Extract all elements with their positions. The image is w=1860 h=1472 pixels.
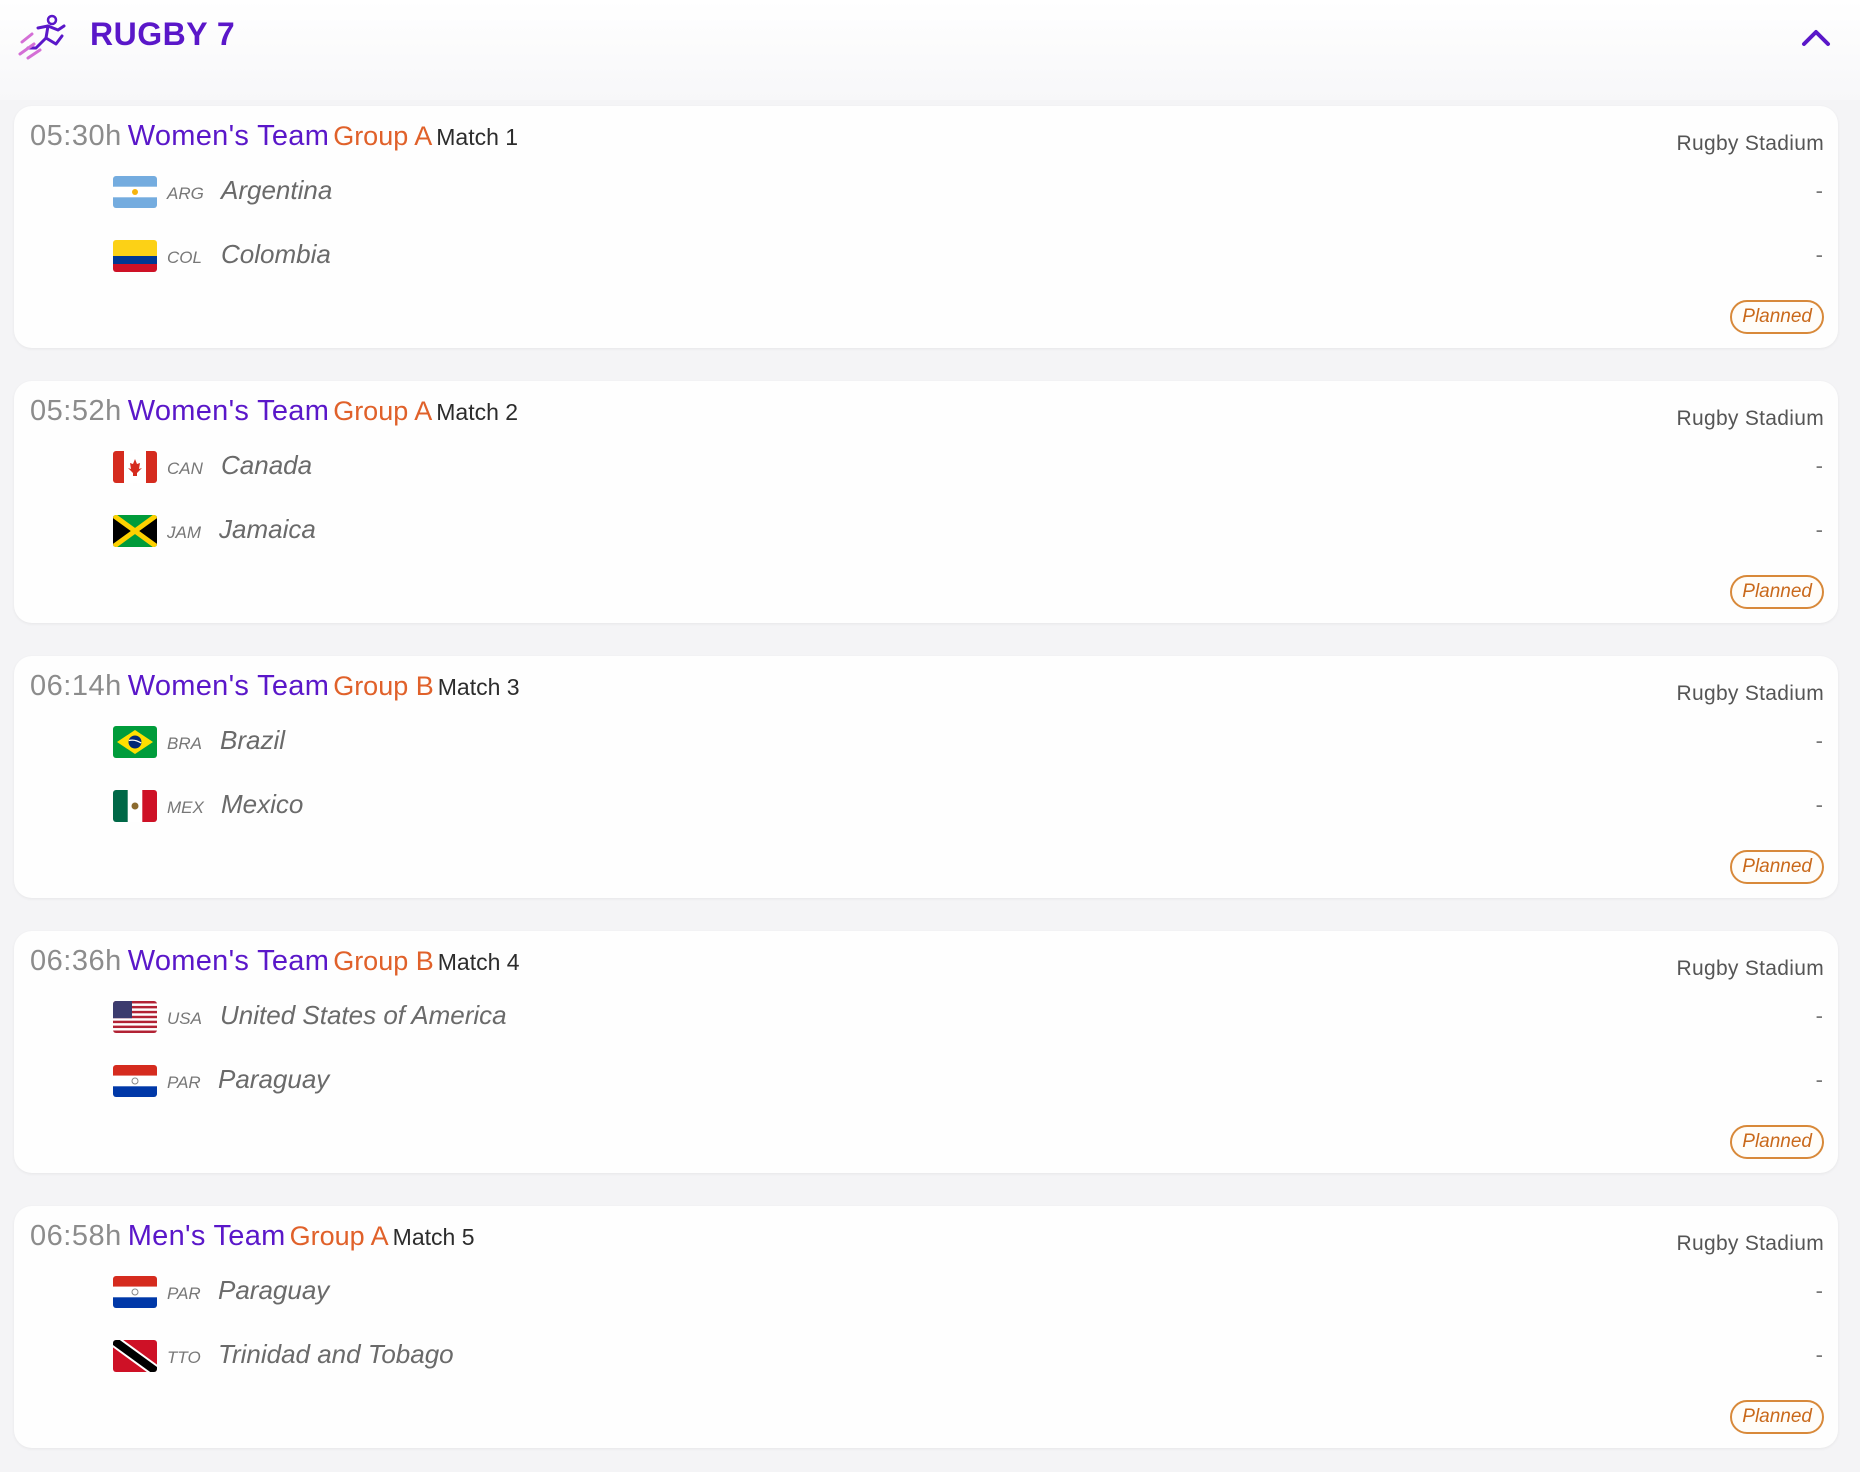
team-code: TTO [167,1348,201,1367]
team-name: United States of America [220,1000,507,1030]
team-category: Women's Team [127,670,330,702]
match-card[interactable]: 05:30h Women's Team Group A Match 1 Rugby S… [14,106,1838,348]
team-score: - [1815,453,1823,478]
team-score: - [1815,178,1823,203]
team-name: Argentina [221,175,333,205]
match-group: Group A [333,396,433,426]
sport-title: RUGBY 7 [90,16,236,52]
flag-argentina-icon [113,176,157,208]
team-name: Trinidad and Tobago [218,1339,454,1369]
match-group: Group B [333,946,434,976]
match-number: Match 1 [436,124,519,150]
status-badge: Planned [1730,850,1824,884]
match-header: 06:36h Women's Team Group B Match 4 [30,945,520,978]
status-badge: Planned [1730,575,1824,609]
team-category: Women's Team [127,120,330,152]
team-code: BRA [167,734,202,753]
team-code: PAR [167,1284,201,1303]
match-time: 05:52h [30,395,122,427]
match-time: 05:30h [30,120,122,152]
status-badge: Planned [1730,1125,1824,1159]
team-code: ARG [167,184,204,203]
team-score: - [1815,792,1823,817]
match-card[interactable]: 06:36h Women's Team Group B Match 4 Rugby S… [14,931,1838,1173]
flag-colombia-icon [113,240,157,272]
team-code: JAM [167,523,201,542]
flag-usa-icon [113,1001,157,1033]
match-number: Match 2 [436,399,519,425]
venue: Rugby Stadium [1676,1232,1824,1255]
team-category: Men's Team [127,1220,286,1252]
status-badge: Planned [1730,1400,1824,1434]
flag-paraguay-icon [113,1276,157,1308]
team-row: PAR Paraguay - [113,1272,1823,1312]
team-score: - [1815,728,1823,753]
team-score: - [1815,242,1823,267]
team-score: - [1815,1342,1823,1367]
team-name: Jamaica [219,514,316,544]
flag-paraguay-icon [113,1065,157,1097]
match-time: 06:58h [30,1220,122,1252]
team-row: USA United States of America - [113,997,1823,1037]
schedule-page: RUGBY 7 05:30h Women's Team Group A Match 1… [0,0,1860,1472]
venue: Rugby Stadium [1676,407,1824,430]
chevron-up-icon[interactable] [1794,18,1838,58]
team-score: - [1815,1067,1823,1092]
team-name: Colombia [221,239,331,269]
team-name: Paraguay [218,1064,330,1094]
team-name: Brazil [220,725,286,755]
venue: Rugby Stadium [1676,957,1824,980]
running-athlete-icon [18,14,66,60]
flag-mexico-icon [113,790,157,822]
venue: Rugby Stadium [1676,132,1824,155]
match-number: Match 4 [437,949,520,975]
sport-header: RUGBY 7 [0,0,1860,100]
team-code: USA [167,1009,202,1028]
match-card[interactable]: 05:52h Women's Team Group A Match 2 Rugby S… [14,381,1838,623]
team-name: Mexico [221,789,304,819]
team-score: - [1815,1278,1823,1303]
team-name: Canada [221,450,313,480]
team-row: COL Colombia - [113,236,1823,276]
match-time: 06:36h [30,945,122,977]
team-row: JAM Jamaica - [113,511,1823,551]
team-code: COL [167,248,202,267]
match-header: 06:14h Women's Team Group B Match 3 [30,670,520,703]
match-time: 06:14h [30,670,122,702]
flag-brazil-icon [113,726,157,758]
flag-trinidad-and-tobago-icon [113,1340,157,1372]
team-code: MEX [167,798,204,817]
status-badge: Planned [1730,300,1824,334]
team-score: - [1815,1003,1823,1028]
team-code: PAR [167,1073,201,1092]
match-group: Group A [333,121,433,151]
team-row: PAR Paraguay - [113,1061,1823,1101]
team-category: Women's Team [127,945,330,977]
team-row: BRA Brazil - [113,722,1823,762]
team-row: ARG Argentina - [113,172,1823,212]
match-header: 05:52h Women's Team Group A Match 2 [30,395,518,428]
match-group: Group A [289,1221,389,1251]
match-header: 06:58h Men's Team Group A Match 5 [30,1220,475,1253]
venue: Rugby Stadium [1676,682,1824,705]
flag-jamaica-icon [113,515,157,547]
team-score: - [1815,517,1823,542]
match-group: Group B [333,671,434,701]
match-number: Match 5 [392,1224,475,1250]
team-name: Paraguay [218,1275,330,1305]
flag-canada-icon [113,451,157,483]
match-header: 05:30h Women's Team Group A Match 1 [30,120,518,153]
match-card[interactable]: 06:58h Men's Team Group A Match 5 Rugby Sta… [14,1206,1838,1448]
team-category: Women's Team [127,395,330,427]
team-row: MEX Mexico - [113,786,1823,826]
team-row: TTO Trinidad and Tobago - [113,1336,1823,1376]
match-number: Match 3 [437,674,520,700]
team-code: CAN [167,459,203,478]
match-card[interactable]: 06:14h Women's Team Group B Match 3 Rugby S… [14,656,1838,898]
team-row: CAN Canada - [113,447,1823,487]
